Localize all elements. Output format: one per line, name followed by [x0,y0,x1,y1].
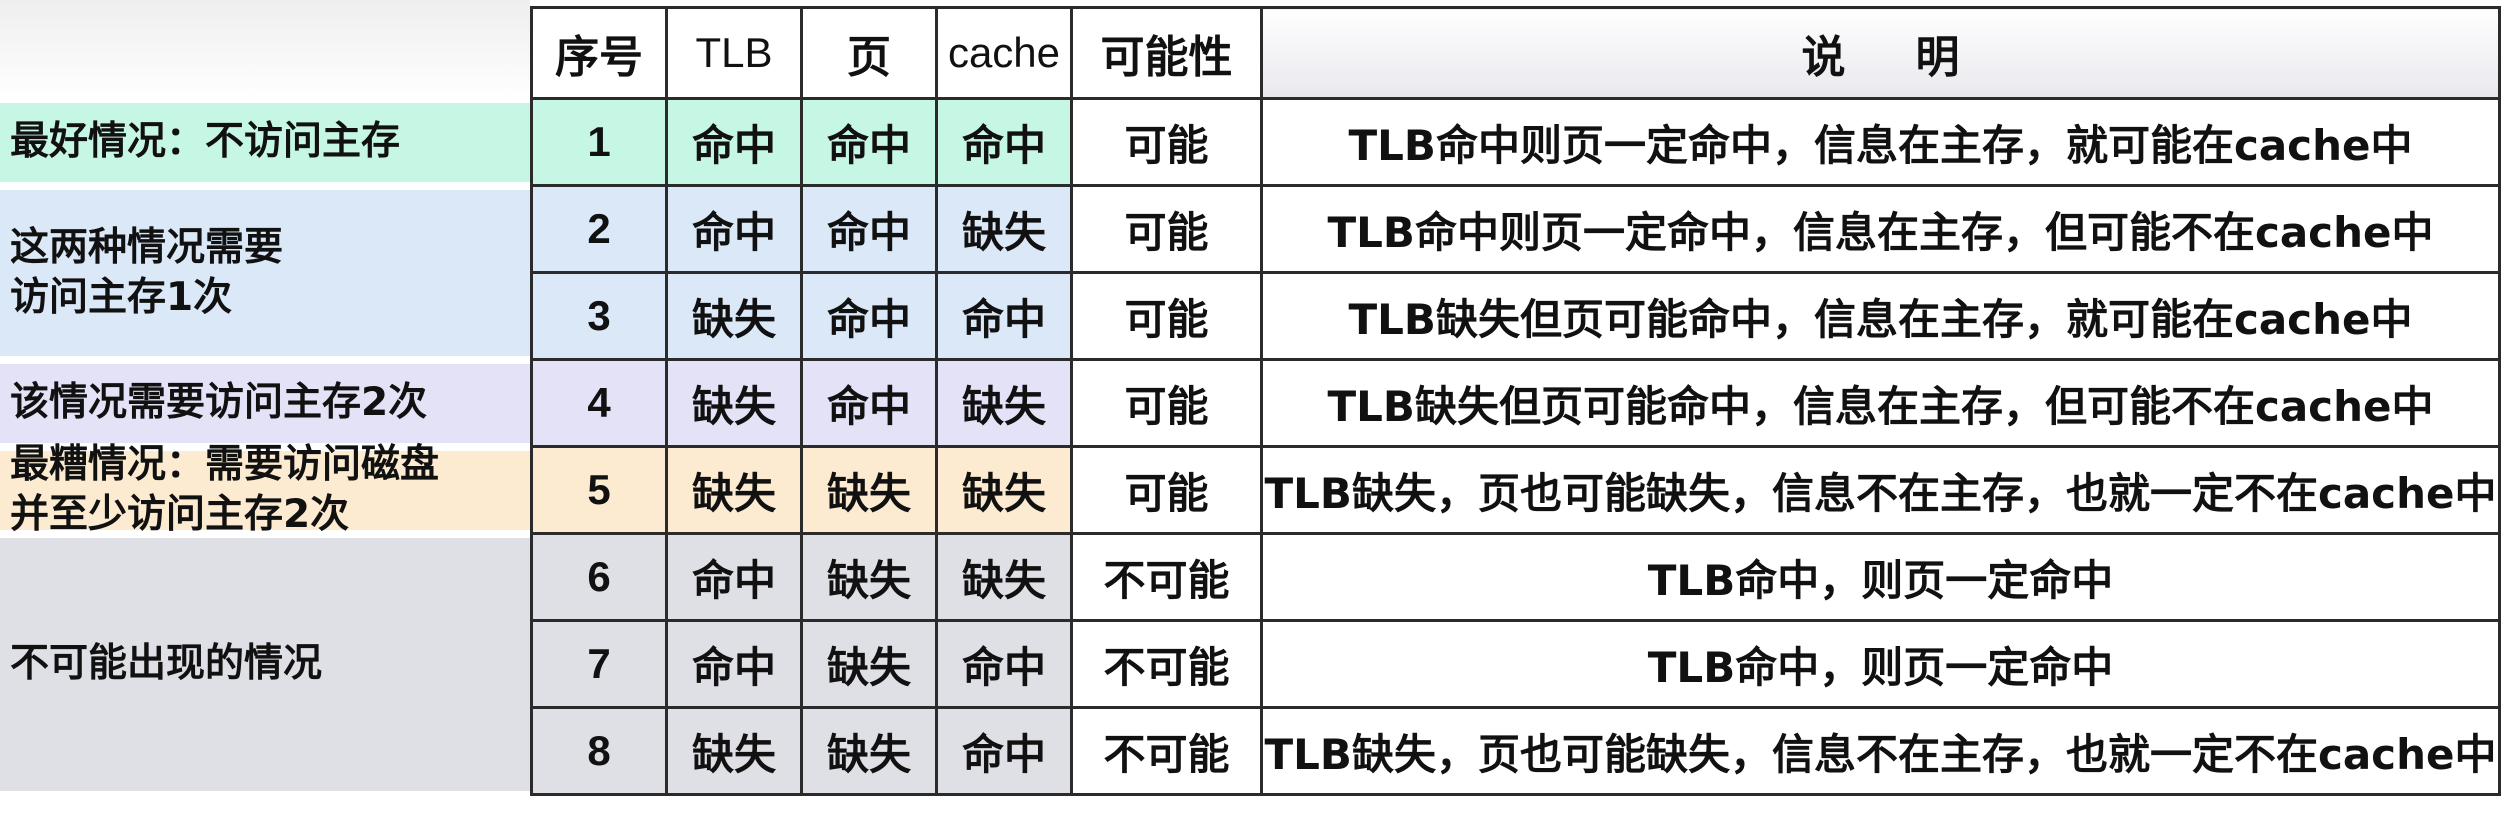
cache-cell: 命中 [935,619,1073,709]
group-label-line: 最糟情况：需要访问磁盘 [10,442,440,487]
group-label-worst: 最糟情况：需要访问磁盘 并至少访问主存2次 [0,442,530,537]
tlb-cell: 缺失 [665,706,803,796]
cache-cell: 命中 [935,706,1073,796]
group-label-line: 这两种情况需要 [10,224,284,270]
page-cell: 命中 [800,184,938,274]
group-label-line: 最好情况：不访问主存 [10,119,401,164]
header-page: 页 [800,6,938,100]
table-row: 7 命中 缺失 命中 不可能 TLB命中，则页一定命中 [530,619,2501,709]
group-label-text: 最糟情况：需要访问磁盘 并至少访问主存2次 [10,440,439,540]
table-row: 8 缺失 缺失 命中 不可能 TLB缺失，页也可能缺失，信息不在主存，也就一定不… [530,706,2501,796]
header-seq: 序号 [530,6,668,100]
page-cell: 命中 [800,271,938,361]
group-label-line: 访问主存1次 [10,274,233,320]
tlb-cell: 命中 [665,619,803,709]
cache-cell: 命中 [935,271,1073,361]
table-row: 1 命中 命中 命中 可能 TLB命中则页一定命中，信息在主存，就可能在cach… [530,97,2501,187]
possibility-cell: 不可能 [1070,619,1263,709]
group-label-once: 这两种情况需要 访问主存1次 [0,189,530,356]
group-label-text: 最好情况：不访问主存 [10,117,400,167]
header-tlb: TLB [665,6,803,100]
seq-cell: 6 [530,532,668,622]
group-label-text: 这两种情况需要 访问主存1次 [10,223,283,323]
seq-cell: 4 [530,358,668,448]
header-possibility: 可能性 [1070,6,1263,100]
possibility-cell: 不可能 [1070,706,1263,796]
group-label-line: 并至少访问主存2次 [10,492,350,537]
page-cell: 缺失 [800,706,938,796]
header-explanation: 说明 [1260,6,2501,100]
header-row: 序号 TLB 页 cache 可能性 说明 [530,6,2501,100]
header-cache: cache [935,6,1073,100]
explanation-cell: TLB缺失，页也可能缺失，信息不在主存，也就一定不在cache中 [1260,706,2501,796]
possibility-cell: 可能 [1070,358,1263,448]
table-row: 5 缺失 缺失 缺失 可能 TLB缺失，页也可能缺失，信息不在主存，也就一定不在… [530,445,2501,535]
group-label-impossible: 不可能出现的情况 [0,537,530,791]
seq-cell: 3 [530,271,668,361]
table-row: 2 命中 命中 缺失 可能 TLB命中则页一定命中，信息在主存，但可能不在cac… [530,184,2501,274]
cache-cell: 缺失 [935,532,1073,622]
table-row: 3 缺失 命中 命中 可能 TLB缺失但页可能命中，信息在主存，就可能在cach… [530,271,2501,361]
corner-background [0,0,530,100]
cache-cell: 缺失 [935,184,1073,274]
tlb-page-cache-table: 序号 TLB 页 cache 可能性 说明 1 命中 命中 命中 可能 TLB命… [530,6,2501,796]
seq-cell: 8 [530,706,668,796]
tlb-cell: 缺失 [665,445,803,535]
tlb-cell: 命中 [665,184,803,274]
explanation-cell: TLB缺失但页可能命中，信息在主存，但可能不在cache中 [1260,358,2501,448]
seq-cell: 2 [530,184,668,274]
page-cell: 命中 [800,97,938,187]
explanation-cell: TLB命中，则页一定命中 [1260,532,2501,622]
seq-cell: 5 [530,445,668,535]
tlb-cell: 缺失 [665,358,803,448]
seq-cell: 1 [530,97,668,187]
seq-cell: 7 [530,619,668,709]
page-cell: 缺失 [800,532,938,622]
group-label-line: 不可能出现的情况 [10,641,323,686]
tlb-cell: 命中 [665,97,803,187]
explanation-cell: TLB命中则页一定命中，信息在主存，就可能在cache中 [1260,97,2501,187]
group-label-text: 不可能出现的情况 [10,639,322,689]
group-label-line: 该情况需要访问主存2次 [10,380,428,425]
tlb-cell: 命中 [665,532,803,622]
possibility-cell: 可能 [1070,184,1263,274]
table-row: 6 命中 缺失 缺失 不可能 TLB命中，则页一定命中 [530,532,2501,622]
cache-cell: 命中 [935,97,1073,187]
explanation-cell: TLB缺失但页可能命中，信息在主存，就可能在cache中 [1260,271,2501,361]
table-row: 4 缺失 命中 缺失 可能 TLB缺失但页可能命中，信息在主存，但可能不在cac… [530,358,2501,448]
tlb-cell: 缺失 [665,271,803,361]
explanation-cell: TLB缺失，页也可能缺失，信息不在主存，也就一定不在cache中 [1260,445,2501,535]
group-label-twice: 该情况需要访问主存2次 [0,363,530,443]
possibility-cell: 可能 [1070,97,1263,187]
page-cell: 缺失 [800,445,938,535]
possibility-cell: 不可能 [1070,532,1263,622]
page-cell: 缺失 [800,619,938,709]
possibility-cell: 可能 [1070,271,1263,361]
page-cell: 命中 [800,358,938,448]
cache-cell: 缺失 [935,445,1073,535]
explanation-cell: TLB命中则页一定命中，信息在主存，但可能不在cache中 [1260,184,2501,274]
explanation-cell: TLB命中，则页一定命中 [1260,619,2501,709]
group-label-best: 最好情况：不访问主存 [0,102,530,182]
cache-cell: 缺失 [935,358,1073,448]
group-label-text: 该情况需要访问主存2次 [10,378,427,428]
possibility-cell: 可能 [1070,445,1263,535]
